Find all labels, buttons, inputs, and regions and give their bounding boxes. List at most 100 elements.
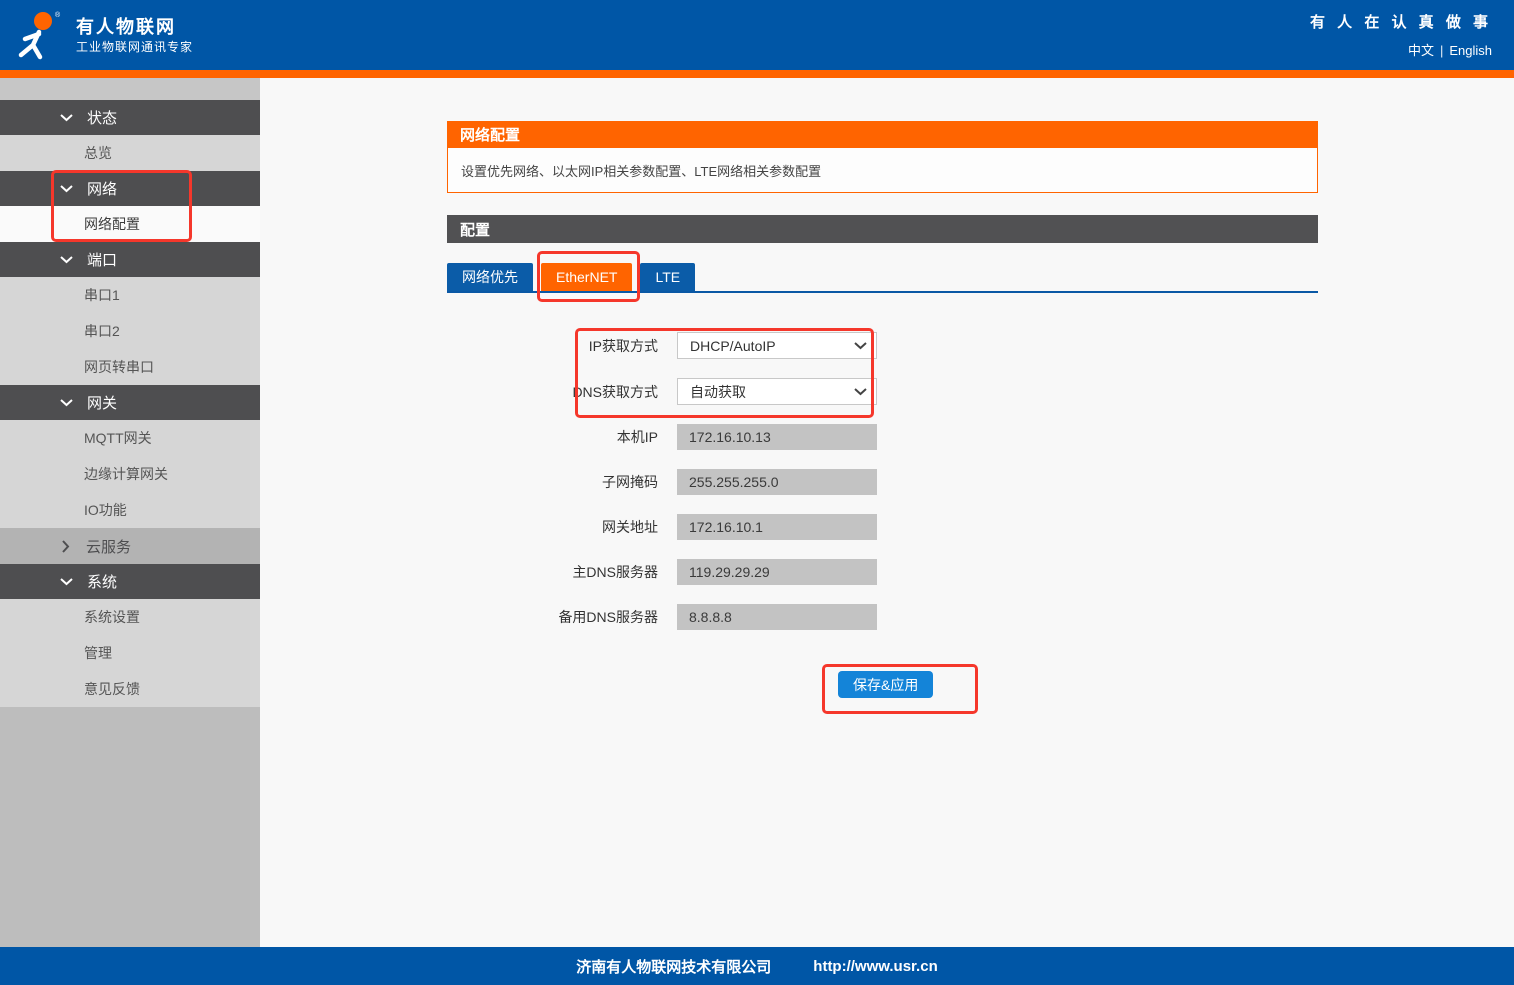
sidebar-item-label: 边缘计算网关 (84, 464, 168, 484)
sidebar-item-system-settings[interactable]: 系统设置 (0, 599, 260, 635)
tab-network-priority[interactable]: 网络优先 (447, 263, 533, 291)
form-row-local-ip: 本机IP (447, 424, 1318, 450)
page-title-bar: 网络配置 (447, 121, 1318, 147)
sidebar-group-label: 状态 (87, 107, 117, 128)
subnet-mask-label: 子网掩码 (447, 472, 658, 492)
gateway-address-label: 网关地址 (447, 517, 658, 537)
header-slogan: 有 人 在 认 真 做 事 (1310, 11, 1492, 32)
lang-english-link[interactable]: English (1449, 43, 1492, 58)
footer-url-link[interactable]: http://www.usr.cn (813, 958, 937, 975)
ethernet-form: IP获取方式 DHCP/AutoIP DNS获取方式 自动获取 本机IP (447, 332, 1318, 698)
dns-mode-label: DNS获取方式 (447, 382, 658, 402)
sidebar-item-label: IO功能 (84, 500, 127, 520)
sidebar-group-label: 网络 (87, 178, 117, 199)
sidebar-item-io-function[interactable]: IO功能 (0, 492, 260, 528)
network-config-page: ® 有人物联网 工业物联网通讯专家 有 人 在 认 真 做 事 中文 | Engli… (0, 0, 1514, 985)
sidebar-item-edge-computing-gateway[interactable]: 边缘计算网关 (0, 456, 260, 492)
chevron-down-icon (854, 388, 867, 396)
svg-text:®: ® (55, 11, 61, 19)
sidebar-nav: 状态 总览 网络 网络配置 端口 串口1 串口2 网页转串口 网关 (0, 78, 260, 947)
brand-title: 有人物联网 (76, 15, 193, 39)
language-switcher: 中文 | English (1408, 40, 1492, 59)
sidebar-item-mqtt-gateway[interactable]: MQTT网关 (0, 420, 260, 456)
dns-mode-selected-value: 自动获取 (690, 382, 746, 402)
main-column: 网络配置 设置优先网络、以太网IP相关参数配置、LTE网络相关参数配置 配置 网… (447, 78, 1318, 698)
tab-lte[interactable]: LTE (640, 263, 695, 291)
sidebar-item-label: 总览 (84, 143, 112, 163)
chevron-down-icon (60, 399, 73, 407)
chevron-down-icon (854, 342, 867, 350)
secondary-dns-input (677, 604, 877, 630)
sidebar-item-label: 系统设置 (84, 607, 140, 627)
lang-chinese-link[interactable]: 中文 (1408, 43, 1434, 58)
config-section-bar: 配置 (447, 215, 1318, 243)
sidebar-item-serial2[interactable]: 串口2 (0, 313, 260, 349)
form-row-subnet-mask: 子网掩码 (447, 469, 1318, 495)
secondary-dns-label: 备用DNS服务器 (447, 607, 658, 627)
sidebar-group-gateway[interactable]: 网关 (0, 385, 260, 420)
chevron-down-icon (60, 578, 73, 586)
primary-dns-label: 主DNS服务器 (447, 562, 658, 582)
sidebar-group-ports[interactable]: 端口 (0, 242, 260, 277)
tab-ethernet[interactable]: EtherNET (541, 263, 632, 291)
save-apply-button[interactable]: 保存&应用 (838, 671, 933, 698)
ip-mode-select[interactable]: DHCP/AutoIP (677, 332, 877, 359)
config-tabs: 网络优先 EtherNET LTE (447, 263, 1318, 293)
sidebar-group-label: 网关 (87, 392, 117, 413)
page-title: 网络配置 (460, 124, 520, 145)
ip-mode-selected-value: DHCP/AutoIP (690, 338, 776, 354)
subnet-mask-input (677, 469, 877, 495)
page-description-box: 设置优先网络、以太网IP相关参数配置、LTE网络相关参数配置 (447, 147, 1318, 193)
gateway-address-input (677, 514, 877, 540)
sidebar-top-strip (0, 78, 260, 100)
sidebar-group-status[interactable]: 状态 (0, 100, 260, 135)
footer-bar: 济南有人物联网技术有限公司 http://www.usr.cn (0, 947, 1514, 985)
ip-mode-label: IP获取方式 (447, 336, 658, 356)
local-ip-label: 本机IP (447, 427, 658, 447)
save-row: 保存&应用 (838, 671, 1318, 698)
brand-text: 有人物联网 工业物联网通讯专家 (76, 15, 193, 55)
chevron-right-icon (62, 540, 70, 553)
local-ip-input (677, 424, 877, 450)
usr-logo-icon: ® (14, 9, 66, 61)
sidebar-item-label: 串口2 (84, 321, 120, 341)
sidebar-group-label: 端口 (87, 249, 117, 270)
sidebar-filler (0, 707, 260, 947)
sidebar-item-overview[interactable]: 总览 (0, 135, 260, 171)
brand-block: ® 有人物联网 工业物联网通讯专家 (0, 9, 193, 61)
chevron-down-icon (60, 256, 73, 264)
sidebar-item-label: MQTT网关 (84, 428, 152, 448)
page-description: 设置优先网络、以太网IP相关参数配置、LTE网络相关参数配置 (461, 161, 821, 180)
sidebar-group-label: 云服务 (86, 536, 131, 557)
chevron-down-icon (60, 114, 73, 122)
sidebar-item-management[interactable]: 管理 (0, 635, 260, 671)
header-right: 有 人 在 认 真 做 事 中文 | English (1310, 11, 1514, 59)
footer-company: 济南有人物联网技术有限公司 (576, 956, 771, 977)
form-row-secondary-dns: 备用DNS服务器 (447, 604, 1318, 630)
sidebar-group-system[interactable]: 系统 (0, 564, 260, 599)
sidebar-item-serial1[interactable]: 串口1 (0, 277, 260, 313)
chevron-down-icon (60, 185, 73, 193)
form-row-gateway-address: 网关地址 (447, 514, 1318, 540)
sidebar-item-feedback[interactable]: 意见反馈 (0, 671, 260, 707)
dns-mode-select[interactable]: 自动获取 (677, 378, 877, 405)
sidebar-item-web-to-serial[interactable]: 网页转串口 (0, 349, 260, 385)
sidebar-item-network-config[interactable]: 网络配置 (0, 206, 260, 242)
sidebar-group-network[interactable]: 网络 (0, 171, 260, 206)
sidebar-group-cloud-service[interactable]: 云服务 (0, 528, 260, 564)
sidebar-item-label: 管理 (84, 643, 112, 663)
lang-divider: | (1440, 43, 1443, 58)
sidebar-group-label: 系统 (87, 571, 117, 592)
sidebar-item-label: 网络配置 (84, 214, 140, 234)
primary-dns-input (677, 559, 877, 585)
form-row-primary-dns: 主DNS服务器 (447, 559, 1318, 585)
form-row-ip-mode: IP获取方式 DHCP/AutoIP (447, 332, 1318, 359)
sidebar-item-label: 网页转串口 (84, 357, 154, 377)
form-row-dns-mode: DNS获取方式 自动获取 (447, 378, 1318, 405)
brand-subtitle: 工业物联网通讯专家 (76, 39, 193, 55)
top-header-bar: ® 有人物联网 工业物联网通讯专家 有 人 在 认 真 做 事 中文 | Engli… (0, 0, 1514, 70)
main-content: 网络配置 设置优先网络、以太网IP相关参数配置、LTE网络相关参数配置 配置 网… (260, 78, 1514, 947)
sidebar-item-label: 意见反馈 (84, 679, 140, 699)
config-section-title: 配置 (460, 219, 490, 240)
header-accent-stripe (0, 70, 1514, 78)
